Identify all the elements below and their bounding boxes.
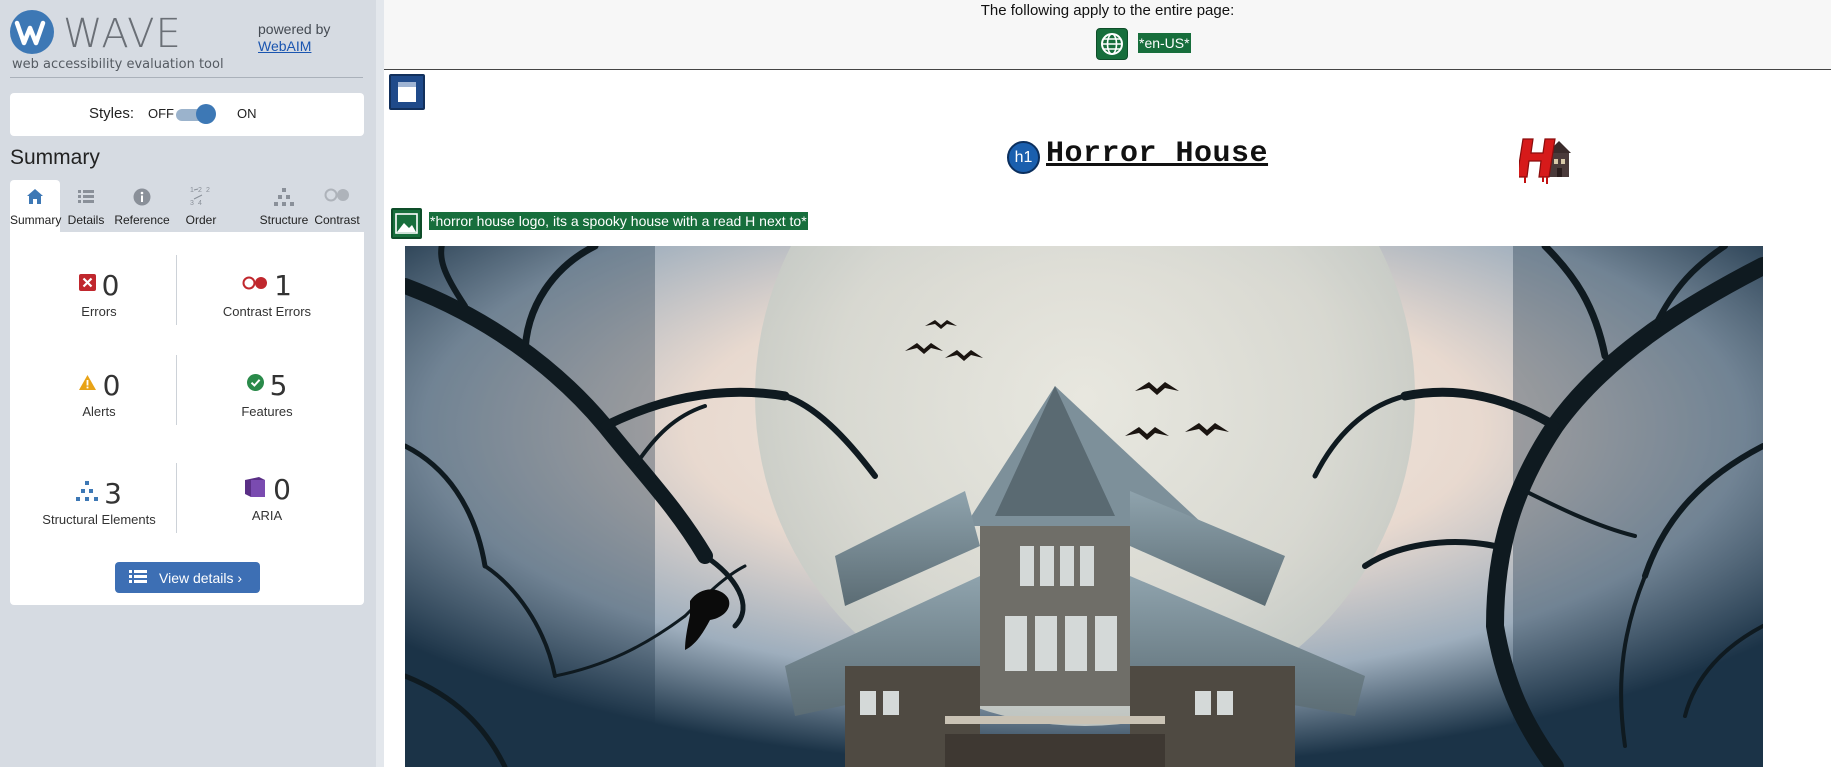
language-globe-icon[interactable] <box>1096 28 1128 60</box>
sidebar-resize-edge[interactable] <box>376 0 384 767</box>
alert-icon <box>78 374 97 396</box>
structural-label: Structural Elements <box>42 512 156 527</box>
wave-logo-icon <box>10 10 54 54</box>
stat-aria[interactable]: 0 ARIA <box>192 473 342 523</box>
aria-count: 0 <box>273 472 291 506</box>
errors-label: Errors <box>81 304 117 319</box>
styles-toggle-box: Styles: OFF ON <box>10 93 364 136</box>
tab-structure[interactable]: Structure <box>250 180 318 232</box>
tab-details[interactable]: Details <box>62 180 110 232</box>
divider <box>176 463 177 533</box>
summary-panel: 0 Errors 1 Contrast Errors 0 Alerts 5 Fe… <box>10 232 364 605</box>
tab-label: Reference <box>114 213 170 227</box>
image-alt-icon[interactable] <box>391 208 422 239</box>
feature-check-icon <box>246 374 264 396</box>
tab-summary[interactable]: Summary <box>10 180 62 232</box>
view-details-button[interactable]: View details › <box>115 562 260 593</box>
wave-brand: WAVE web accessibility evaluation tool p… <box>10 8 363 78</box>
svg-text:1: 1 <box>190 187 194 194</box>
page-title: Horror House <box>1046 137 1269 171</box>
info-icon <box>133 188 151 209</box>
list-icon <box>77 188 95 208</box>
haunted-house-hero-image <box>405 246 1763 767</box>
stat-features[interactable]: 5 Features <box>192 368 342 420</box>
alerts-label: Alerts <box>82 404 116 419</box>
region-landmark-icon[interactable] <box>389 74 425 110</box>
structural-count: 3 <box>104 476 122 510</box>
styles-on-label: ON <box>237 106 257 121</box>
order-icon: 12234 <box>189 185 213 210</box>
features-count: 5 <box>269 368 288 402</box>
svg-text:4: 4 <box>198 200 202 207</box>
error-icon <box>78 274 96 296</box>
summary-heading: Summary <box>10 146 100 169</box>
contrast-errors-count: 1 <box>274 268 292 302</box>
errors-count: 0 <box>101 268 120 302</box>
structure-icon <box>76 480 99 506</box>
contrast-icon <box>324 188 350 205</box>
banner-text: The following apply to the entire page: <box>980 2 1235 19</box>
toggle-knob <box>196 104 216 124</box>
svg-text:2: 2 <box>198 187 202 194</box>
stat-errors[interactable]: 0 Errors <box>24 269 174 319</box>
brand-name: WAVE <box>63 11 182 57</box>
tab-order[interactable]: 12234 Order <box>174 180 228 232</box>
brand-tagline: web accessibility evaluation tool <box>12 57 224 72</box>
page-level-banner: The following apply to the entire page: … <box>384 0 1831 70</box>
divider <box>176 255 177 325</box>
powered-by-text: powered by <box>258 21 331 37</box>
styles-toggle[interactable] <box>176 104 216 124</box>
aria-label: ARIA <box>251 508 283 523</box>
webaim-link[interactable]: WebAIM <box>258 38 330 55</box>
contrast-errors-label: Contrast Errors <box>222 304 312 319</box>
brand-divider <box>10 77 363 78</box>
alerts-count: 0 <box>102 368 121 402</box>
styles-label: Styles: <box>89 105 135 122</box>
panel-tabs: Summary Details Reference 12234 Order St… <box>10 180 364 232</box>
svg-text:3: 3 <box>190 200 194 207</box>
h1-heading-icon[interactable]: h1 <box>1007 141 1040 174</box>
view-details-label: View details › <box>159 569 243 586</box>
image-alt-label: *horror house logo, its a spooky house w… <box>429 212 808 230</box>
svg-text:2: 2 <box>206 187 210 194</box>
stat-structural-elements[interactable]: 3 Structural Elements <box>24 476 174 528</box>
contrast-error-icon <box>242 276 268 295</box>
tab-label: Details <box>67 213 105 227</box>
features-label: Features <box>241 404 293 419</box>
tab-label: Structure <box>259 213 309 227</box>
tab-label: Summary <box>10 213 62 227</box>
tab-label: Order <box>185 213 217 227</box>
stat-alerts[interactable]: 0 Alerts <box>24 369 174 419</box>
styles-off-label: OFF <box>148 106 174 121</box>
wave-sidebar: WAVE web accessibility evaluation tool p… <box>0 0 376 767</box>
divider <box>176 355 177 425</box>
home-icon <box>26 188 44 208</box>
powered-by: powered by WebAIM <box>258 21 330 55</box>
stat-contrast-errors[interactable]: 1 Contrast Errors <box>192 268 342 320</box>
language-label: *en-US* <box>1138 33 1191 53</box>
list-icon <box>129 569 147 587</box>
tab-reference[interactable]: Reference <box>110 180 174 232</box>
horror-house-logo <box>1516 133 1573 185</box>
tab-label: Contrast <box>314 213 360 227</box>
structure-icon <box>274 188 294 209</box>
aria-icon <box>243 475 267 504</box>
tab-contrast[interactable]: Contrast <box>310 180 364 232</box>
